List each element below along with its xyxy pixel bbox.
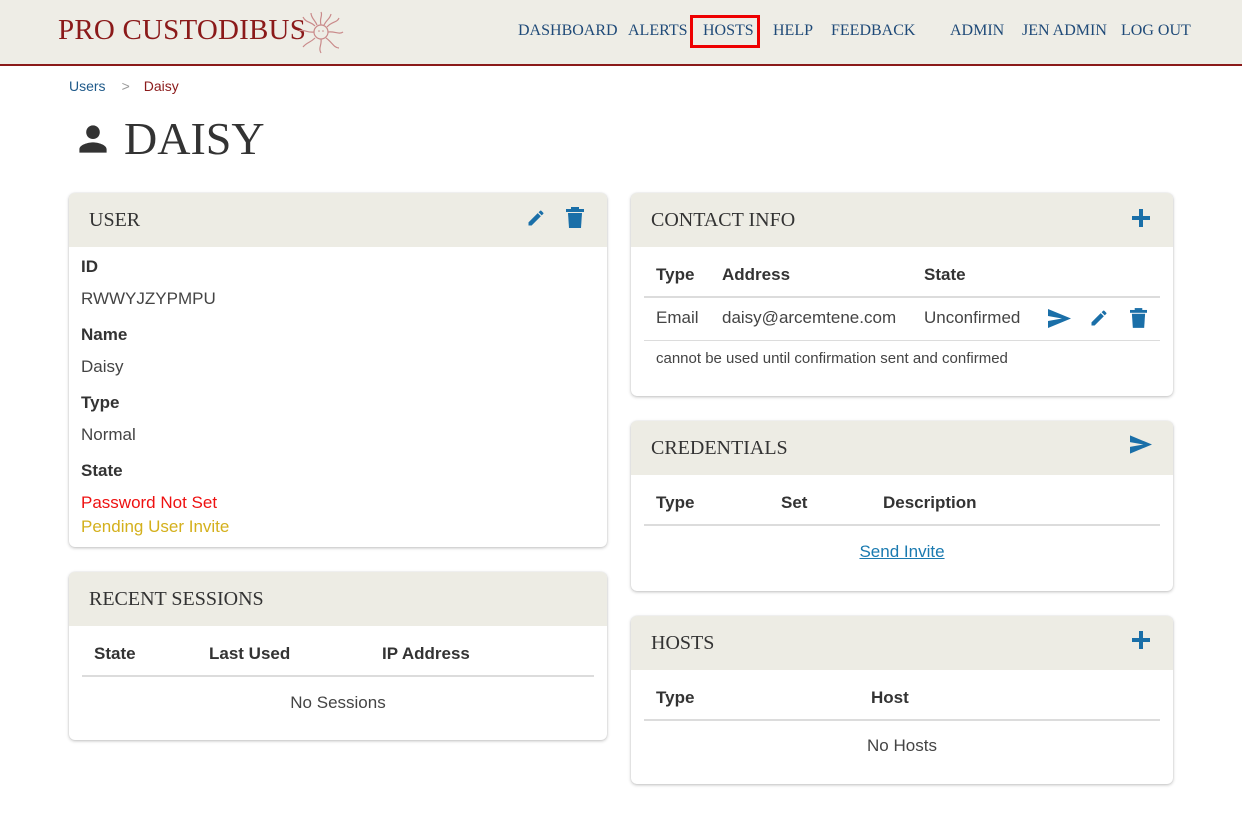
contact-card-title: CONTACT INFO (651, 209, 796, 231)
nav-alerts[interactable]: ALERTS (628, 22, 687, 40)
delete-contact-trash-icon[interactable] (1130, 308, 1147, 328)
col-state: State (94, 644, 136, 663)
table-divider (644, 296, 1160, 298)
user-card: USER ID RWWYJZYPMPU Name Daisy Type Norm… (69, 193, 607, 547)
col-address: Address (722, 265, 791, 284)
send-invite-row: Send Invite (644, 542, 1160, 562)
send-confirmation-icon[interactable] (1048, 309, 1071, 328)
breadcrumb: Users > Daisy (69, 78, 179, 94)
contact-state: Unconfirmed (924, 308, 1021, 327)
col-state: State (924, 265, 966, 284)
medusa-logo-icon[interactable] (297, 10, 345, 54)
nav-feedback[interactable]: FEEDBACK (831, 22, 915, 40)
id-value: RWWYJZYPMPU (81, 289, 216, 308)
contact-address: daisy@arcemtene.com (722, 308, 897, 327)
user-card-title: USER (89, 209, 141, 231)
send-invite-link[interactable]: Send Invite (859, 542, 944, 561)
credentials-card-title: CREDENTIALS (651, 437, 788, 459)
breadcrumb-users[interactable]: Users (69, 78, 106, 94)
person-icon (79, 124, 107, 153)
nav-hosts-highlight (690, 15, 760, 48)
contact-type: Email (656, 308, 699, 327)
col-host: Host (871, 688, 909, 707)
credentials-table: Type Set Description Send Invite (644, 475, 1160, 591)
table-divider (644, 524, 1160, 526)
edit-contact-pencil-icon[interactable] (1089, 308, 1109, 328)
col-type: Type (656, 493, 695, 512)
nav-admin[interactable]: ADMIN (950, 22, 1004, 40)
state-pending-invite: Pending User Invite (81, 517, 230, 536)
hosts-card: HOSTS Type Host No Hosts (631, 616, 1173, 784)
name-value: Daisy (81, 357, 124, 376)
nav-log-out[interactable]: LOG OUT (1121, 22, 1191, 40)
contact-card-header: CONTACT INFO (631, 193, 1173, 247)
contact-info-card: CONTACT INFO Type Address State Email da… (631, 193, 1173, 396)
contact-table: Type Address State Email daisy@arcemtene… (644, 247, 1160, 396)
breadcrumb-separator: > (121, 78, 130, 94)
credentials-card-header: CREDENTIALS (631, 421, 1173, 475)
name-label: Name (81, 325, 128, 344)
sessions-empty: No Sessions (290, 693, 386, 712)
row-divider (644, 340, 1160, 341)
sessions-card-title: RECENT SESSIONS (89, 588, 264, 610)
user-card-header: USER (69, 193, 607, 247)
col-description: Description (883, 493, 977, 512)
state-password-not-set: Password Not Set (81, 493, 218, 512)
nav-user-jen-admin[interactable]: JEN ADMIN (1022, 22, 1107, 40)
add-contact-plus-icon[interactable] (1132, 209, 1150, 227)
nav-dashboard[interactable]: DASHBOARD (518, 22, 618, 40)
col-ip-address: IP Address (382, 644, 470, 663)
sessions-table: State Last Used IP Address No Sessions (82, 626, 594, 740)
recent-sessions-card: RECENT SESSIONS State Last Used IP Addre… (69, 572, 607, 740)
hosts-card-title: HOSTS (651, 632, 715, 654)
table-divider (644, 719, 1160, 721)
state-label: State (81, 461, 123, 480)
contact-note: cannot be used until confirmation sent a… (656, 350, 1008, 367)
breadcrumb-current: Daisy (143, 78, 179, 94)
col-set: Set (781, 493, 808, 512)
delete-user-trash-icon[interactable] (566, 207, 584, 228)
hosts-table: Type Host No Hosts (644, 670, 1160, 784)
col-type: Type (656, 265, 695, 284)
page-title-text: DAISY (124, 113, 265, 164)
edit-user-pencil-icon[interactable] (526, 208, 546, 228)
type-label: Type (81, 393, 120, 412)
top-nav-bar: PRO CUSTODIBUS DASHBOARD ALERTS HOSTS HE… (0, 0, 1242, 66)
id-label: ID (81, 257, 98, 276)
sessions-card-header: RECENT SESSIONS (69, 572, 607, 626)
add-host-plus-icon[interactable] (1132, 631, 1150, 649)
col-last-used: Last Used (209, 644, 291, 663)
type-value: Normal (81, 425, 136, 444)
credentials-card: CREDENTIALS Type Set Description Send In… (631, 421, 1173, 591)
hosts-empty: No Hosts (867, 736, 937, 755)
nav-help[interactable]: HELP (773, 22, 813, 40)
page-title: DAISY (76, 112, 265, 165)
send-invite-icon[interactable] (1130, 435, 1152, 454)
hosts-card-header: HOSTS (631, 616, 1173, 670)
col-type: Type (656, 688, 695, 707)
table-divider (82, 675, 594, 677)
brand-name[interactable]: PRO CUSTODIBUS (58, 14, 306, 47)
